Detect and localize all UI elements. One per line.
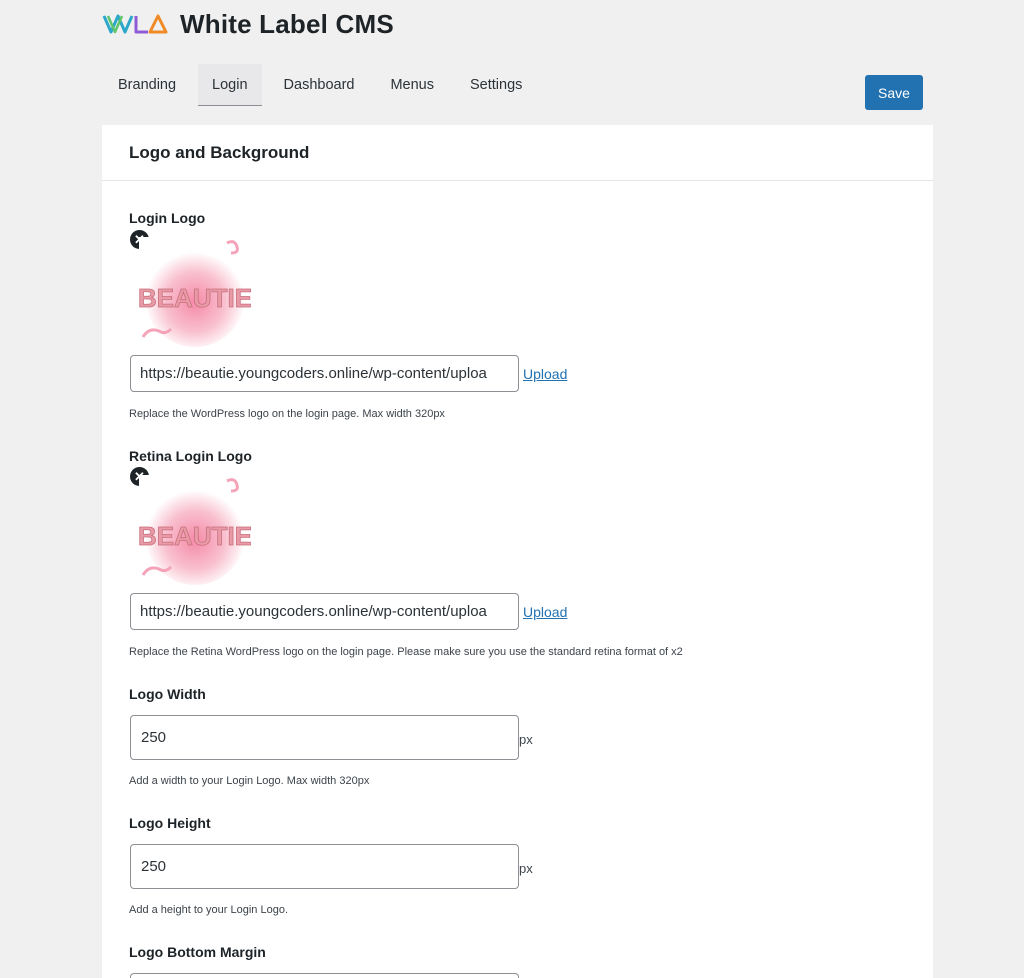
logo-bottom-margin-label: Logo Bottom Margin bbox=[129, 944, 266, 960]
tab-settings[interactable]: Settings bbox=[456, 64, 536, 106]
wlcms-logo-icon bbox=[102, 14, 168, 34]
login-logo-label: Login Logo bbox=[129, 210, 206, 226]
tab-menus[interactable]: Menus bbox=[376, 64, 448, 106]
logo-height-label: Logo Height bbox=[129, 815, 211, 831]
app-header: White Label CMS bbox=[102, 8, 394, 40]
tab-branding[interactable]: Branding bbox=[104, 64, 190, 106]
save-button[interactable]: Save bbox=[865, 75, 923, 110]
logo-width-input[interactable] bbox=[130, 715, 519, 760]
retina-logo-image: BEAUTIE bbox=[139, 475, 251, 587]
logo-bottom-margin-input[interactable] bbox=[130, 973, 519, 978]
tab-bar: Branding Login Dashboard Menus Settings bbox=[104, 64, 544, 106]
retina-logo-help: Replace the Retina WordPress logo on the… bbox=[129, 646, 683, 658]
login-logo-image: BEAUTIE bbox=[139, 237, 251, 349]
login-logo-upload-link[interactable]: Upload bbox=[523, 366, 567, 382]
retina-logo-upload-link[interactable]: Upload bbox=[523, 604, 567, 620]
logo-height-unit: px bbox=[519, 861, 533, 876]
tab-dashboard[interactable]: Dashboard bbox=[270, 64, 369, 106]
app-title: White Label CMS bbox=[180, 8, 394, 39]
retina-logo-label: Retina Login Logo bbox=[129, 448, 252, 464]
logo-width-unit: px bbox=[519, 732, 533, 747]
login-logo-preview: BEAUTIE bbox=[139, 237, 251, 349]
svg-text:BEAUTIE: BEAUTIE bbox=[139, 521, 251, 551]
retina-logo-preview: BEAUTIE bbox=[139, 475, 251, 587]
panel-header: Logo and Background bbox=[102, 125, 933, 181]
section-title: Logo and Background bbox=[129, 142, 310, 162]
login-logo-url-input[interactable] bbox=[130, 355, 519, 392]
tab-login[interactable]: Login bbox=[198, 64, 262, 106]
svg-text:BEAUTIE: BEAUTIE bbox=[139, 283, 251, 313]
retina-logo-url-input[interactable] bbox=[130, 593, 519, 630]
settings-panel: Logo and Background Login Logo ✕ BEAUTIE… bbox=[102, 125, 933, 978]
logo-width-label: Logo Width bbox=[129, 686, 206, 702]
login-logo-help: Replace the WordPress logo on the login … bbox=[129, 408, 445, 420]
logo-width-help: Add a width to your Login Logo. Max widt… bbox=[129, 775, 370, 787]
logo-height-input[interactable] bbox=[130, 844, 519, 889]
logo-height-help: Add a height to your Login Logo. bbox=[129, 904, 289, 916]
